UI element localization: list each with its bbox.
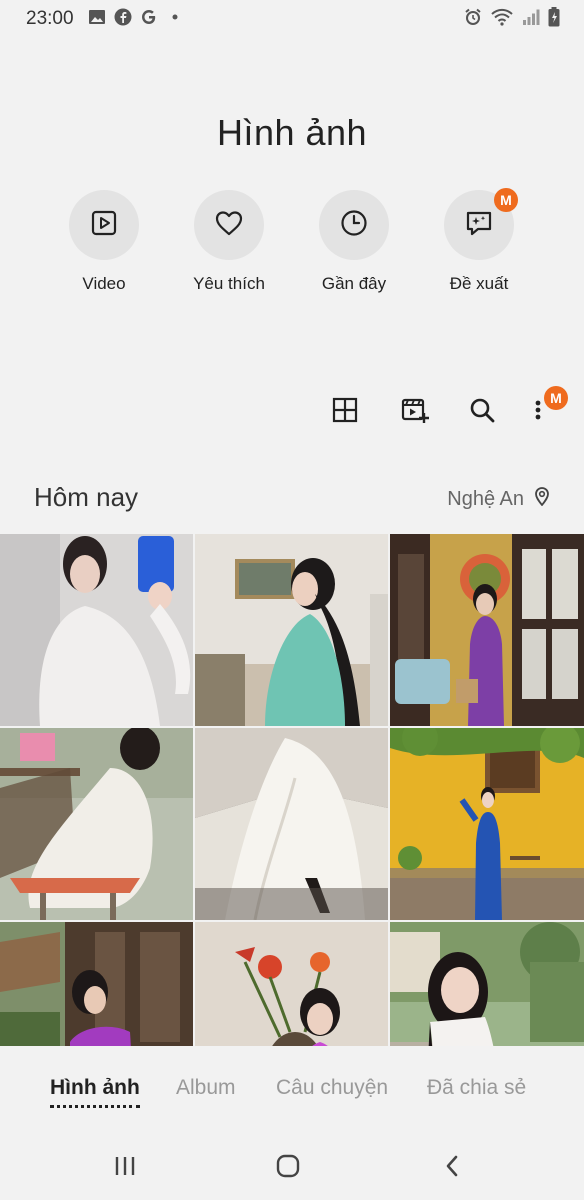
location-label: Nghệ An — [447, 487, 524, 510]
search-icon — [468, 396, 496, 429]
toolbar: M — [0, 386, 584, 432]
suggestions-badge: M — [494, 188, 518, 212]
quick-action-video[interactable]: Video — [44, 190, 164, 294]
page-title: Hình ảnh — [216, 112, 368, 153]
sparkle-chat-icon — [464, 208, 494, 243]
quick-action-label: Yêu thích — [193, 274, 265, 293]
gallery-icon — [88, 8, 106, 26]
photo-white-ao-dai-closeup[interactable] — [195, 728, 388, 920]
heart-icon — [214, 209, 244, 242]
section-location[interactable]: Nghệ An — [447, 486, 550, 512]
bottom-tabs: Hình ảnh Album Câu chuyện Đã chia sẻ — [0, 1046, 584, 1136]
quick-action-label: Video — [82, 274, 126, 293]
home-button[interactable] — [268, 1152, 308, 1184]
facebook-icon — [114, 8, 132, 26]
photo-white-ao-dai-classroom[interactable] — [0, 728, 193, 920]
quick-action-circle — [319, 190, 389, 260]
back-button[interactable] — [432, 1152, 472, 1184]
create-video-icon — [400, 395, 430, 430]
photo-grid — [0, 534, 584, 1046]
tab-stories[interactable]: Câu chuyện — [276, 1076, 388, 1100]
quick-action-circle — [194, 190, 264, 260]
status-time: 23:00 — [26, 8, 74, 29]
more-badge: M — [544, 386, 568, 410]
tab-shared[interactable]: Đã chia sẻ — [427, 1076, 526, 1100]
quick-action-label: Đề xuất — [449, 274, 509, 293]
home-icon — [275, 1153, 301, 1184]
photo-white-ao-dai-park[interactable] — [390, 922, 584, 1046]
grid-view-icon — [332, 397, 358, 428]
wifi-icon — [490, 8, 514, 26]
quick-action-recent[interactable]: Gần đây — [294, 190, 414, 294]
clock-icon — [339, 208, 369, 243]
tab-pictures[interactable]: Hình ảnh — [50, 1076, 140, 1108]
photo-purple-ao-dai-wooden-house[interactable] — [0, 922, 193, 1046]
status-bar: 23:00 — [0, 0, 584, 36]
quick-action-favorites[interactable]: Yêu thích — [169, 190, 289, 294]
recents-icon — [113, 1155, 137, 1182]
quick-action-circle: M — [444, 188, 518, 260]
more-button[interactable]: M — [518, 386, 568, 432]
search-button[interactable] — [462, 392, 502, 432]
photo-purple-ao-dai-door[interactable] — [390, 534, 584, 726]
create-video-button[interactable] — [395, 392, 435, 432]
back-icon — [444, 1154, 460, 1183]
location-pin-icon — [534, 486, 550, 512]
signal-icon — [522, 8, 540, 26]
quick-action-suggestions[interactable]: M Đề xuất — [419, 188, 539, 294]
photo-blue-ao-dai-yellow-wall[interactable] — [390, 728, 584, 920]
battery-icon — [548, 7, 560, 27]
alarm-icon — [464, 8, 482, 26]
section-title: Hôm nay — [34, 482, 139, 512]
tab-album[interactable]: Album — [176, 1076, 236, 1100]
system-nav-bar — [0, 1136, 584, 1200]
photo-teal-ao-dai-seated[interactable] — [195, 534, 388, 726]
dot-icon — [166, 8, 184, 26]
google-icon — [140, 8, 158, 26]
more-icon — [534, 397, 542, 428]
status-left-icons — [88, 8, 184, 26]
recents-button[interactable] — [105, 1152, 145, 1184]
quick-action-circle — [69, 190, 139, 260]
status-right-icons — [464, 7, 560, 27]
photo-white-ao-dai-selfie[interactable] — [0, 534, 193, 726]
video-icon — [90, 209, 118, 242]
grid-view-button[interactable] — [325, 392, 365, 432]
quick-action-label: Gần đây — [321, 274, 387, 293]
photo-purple-ao-dai-flowers[interactable] — [195, 922, 388, 1046]
